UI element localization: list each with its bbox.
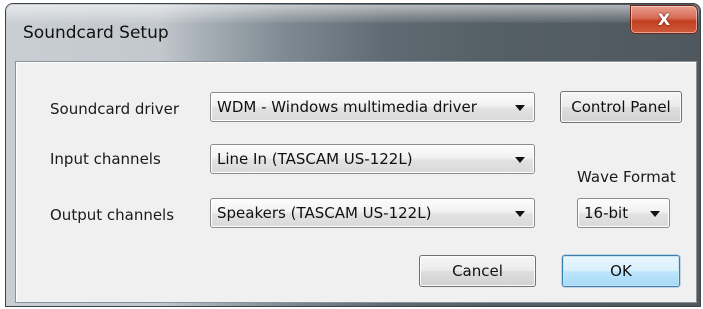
output-channels-value: Speakers (TASCAM US-122L) (217, 204, 432, 222)
chevron-down-icon (650, 211, 660, 217)
wave-format-value: 16-bit (584, 204, 629, 222)
chevron-down-icon (515, 157, 525, 163)
wave-format-label: Wave Format (577, 168, 676, 186)
soundcard-driver-select[interactable]: WDM - Windows multimedia driver (210, 92, 535, 122)
output-channels-label: Output channels (50, 206, 175, 224)
chevron-down-icon (515, 105, 525, 111)
input-channels-label: Input channels (50, 150, 161, 168)
window-title: Soundcard Setup (23, 23, 169, 43)
dialog-client-area: Soundcard driver WDM - Windows multimedi… (15, 61, 697, 303)
control-panel-button[interactable]: Control Panel (560, 91, 682, 123)
input-channels-select[interactable]: Line In (TASCAM US-122L) (210, 144, 535, 174)
soundcard-driver-value: WDM - Windows multimedia driver (217, 98, 477, 116)
wave-format-select[interactable]: 16-bit (577, 198, 670, 228)
cancel-button[interactable]: Cancel (419, 255, 536, 287)
input-channels-value: Line In (TASCAM US-122L) (217, 150, 413, 168)
soundcard-driver-label: Soundcard driver (50, 100, 179, 118)
chevron-down-icon (515, 211, 525, 217)
close-button[interactable]: X (630, 5, 698, 34)
close-icon: X (657, 10, 671, 29)
output-channels-select[interactable]: Speakers (TASCAM US-122L) (210, 198, 535, 228)
dialog-window: Soundcard Setup X Soundcard driver WDM -… (6, 4, 700, 306)
ok-button[interactable]: OK (562, 255, 680, 287)
